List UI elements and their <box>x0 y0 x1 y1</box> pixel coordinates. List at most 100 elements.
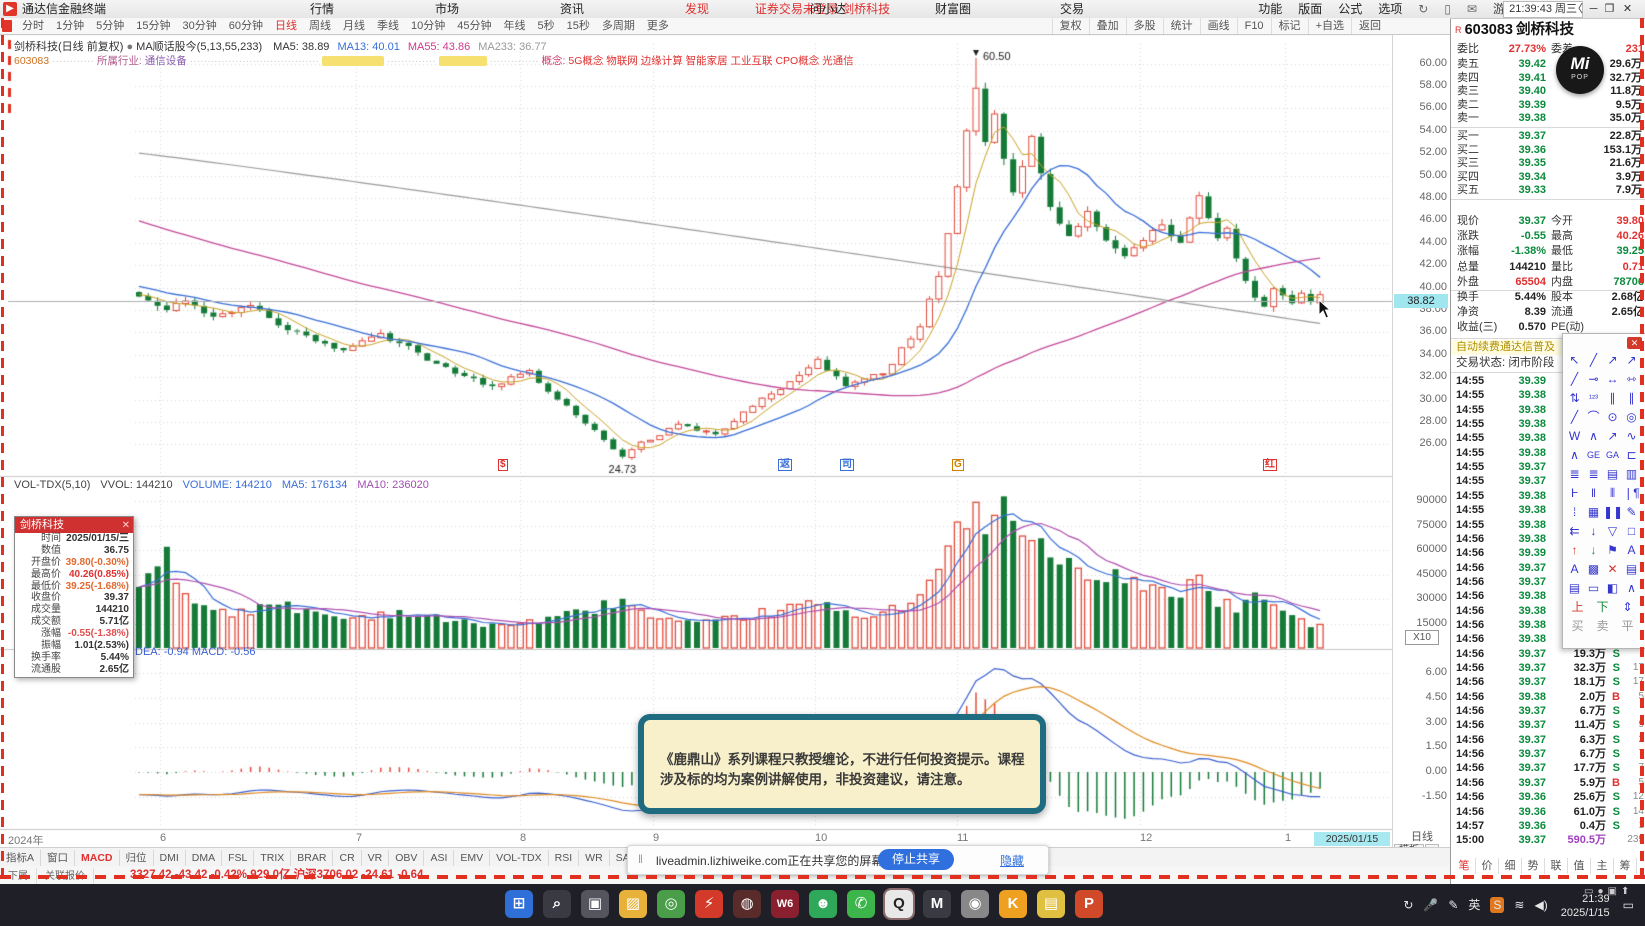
mini-icon-0[interactable]: ▭ <box>1584 886 1593 897</box>
drawing-tool-icon[interactable]: ▭ <box>1584 579 1603 598</box>
mini-icon-1[interactable]: ● <box>1597 886 1603 897</box>
drawing-tool-icon[interactable]: GE <box>1584 446 1603 465</box>
notes-icon[interactable]: ▤ <box>1037 890 1065 918</box>
indicator-tab-WR[interactable]: WR <box>579 850 610 867</box>
drawing-tool-icon[interactable]: ↓ <box>1584 541 1603 560</box>
drawing-tool-icon[interactable]: ↗ <box>1603 427 1622 446</box>
period-周线[interactable]: 周线 <box>303 18 337 34</box>
event-marker-icon[interactable]: 返 <box>778 459 792 471</box>
tool-统计[interactable]: 统计 <box>1162 18 1200 34</box>
minimize-button[interactable]: ─ <box>1586 0 1601 18</box>
drawing-tool-icon[interactable]: GA <box>1603 446 1622 465</box>
drawing-tool-icon[interactable]: ∧ <box>1565 446 1584 465</box>
period-多周期[interactable]: 多周期 <box>596 18 641 34</box>
drawing-tool-icon[interactable]: ⇿ <box>1622 370 1641 389</box>
drawing-tool-icon[interactable]: A <box>1622 541 1641 560</box>
ask-row[interactable]: 卖五 39.42 29.6万 <box>1451 58 1645 72</box>
panel-tab-势[interactable]: 势 <box>1522 858 1545 874</box>
period-indicator[interactable]: 日线 <box>1393 828 1451 844</box>
drawing-tool-icon[interactable]: ↗ <box>1603 351 1622 370</box>
ask-row[interactable]: 卖四 39.41 32.7万 <box>1451 72 1645 86</box>
app-dark-icon[interactable]: ◍ <box>733 890 761 918</box>
drawing-tool-icon[interactable]: ≣ <box>1565 465 1584 484</box>
bid-row[interactable]: 买四 39.34 3.9万 <box>1451 171 1645 185</box>
menu-item-行情[interactable]: 行情 <box>300 1 344 17</box>
menu-item-版面[interactable]: 版面 <box>1298 2 1322 16</box>
menubar-icon-1[interactable]: ▯ <box>1444 2 1451 16</box>
indicator-tab-CR[interactable]: CR <box>333 850 362 867</box>
ppt-icon[interactable]: P <box>1075 890 1103 918</box>
period-15分钟[interactable]: 15分钟 <box>130 18 176 34</box>
drawing-tool-icon[interactable]: ∿ <box>1622 427 1641 446</box>
period-15秒[interactable]: 15秒 <box>561 18 596 34</box>
indicator-tab-VR[interactable]: VR <box>362 850 390 867</box>
tray-icon2-1[interactable]: ◀) <box>1534 887 1547 923</box>
drawing-tool-icon[interactable]: ▤ <box>1603 465 1622 484</box>
close-button[interactable]: ✕ <box>1620 0 1635 18</box>
menu-item-公式[interactable]: 公式 <box>1338 2 1362 16</box>
tool-复权[interactable]: 复权 <box>1051 18 1089 34</box>
period-日线[interactable]: 日线 <box>269 18 303 34</box>
period-季线[interactable]: 季线 <box>371 18 405 34</box>
menu-item-发现[interactable]: 发现 <box>675 1 719 17</box>
mini-icon-2[interactable]: ▣ <box>1608 886 1617 897</box>
indicator-tab-RSI[interactable]: RSI <box>549 850 580 867</box>
ask-row[interactable]: 卖三 39.40 11.8万 <box>1451 85 1645 99</box>
indicator-tab-EMV[interactable]: EMV <box>454 850 491 867</box>
indicator-tab-窗口[interactable]: 窗口 <box>41 850 76 867</box>
stop-share-button[interactable]: 停止共享 <box>878 849 955 870</box>
indicator-tab-指标A[interactable]: 指标A <box>0 850 42 867</box>
bid-row[interactable]: 买三 39.35 21.6万 <box>1451 157 1645 171</box>
indicator-tab-DMA[interactable]: DMA <box>186 850 223 867</box>
drawing-tool-icon[interactable]: ¹²³ <box>1584 389 1603 408</box>
tool-多股[interactable]: 多股 <box>1125 18 1163 34</box>
menubar-icon-2[interactable]: ✉ <box>1467 2 1477 16</box>
restore-button[interactable]: ❐ <box>1602 0 1617 18</box>
event-marker-icon[interactable]: $ <box>498 459 508 471</box>
period-更多[interactable]: 更多 <box>641 18 675 34</box>
drawing-tool-icon[interactable]: ✕ <box>1603 560 1622 579</box>
drawing-tool-icon[interactable]: ↓ <box>1584 522 1603 541</box>
drawing-tool-icon[interactable]: ↖ <box>1565 351 1584 370</box>
period-分时[interactable]: 分时 <box>16 18 50 34</box>
drawing-tool-icon[interactable]: ⊙ <box>1603 408 1622 427</box>
drawing-tool-icon[interactable]: ▤ <box>1622 560 1641 579</box>
menu-item-交易[interactable]: 交易 <box>1050 1 1094 17</box>
panel-tab-主[interactable]: 主 <box>1591 858 1614 874</box>
ask-row[interactable]: 卖二 39.39 9.5万 <box>1451 99 1645 113</box>
indicator-tab-VOL-TDX[interactable]: VOL-TDX <box>490 850 549 867</box>
tool-画线[interactable]: 画线 <box>1199 18 1237 34</box>
period-45分钟[interactable]: 45分钟 <box>451 18 497 34</box>
event-marker-icon[interactable]: G <box>952 459 964 471</box>
drawing-tool-icon[interactable]: ✎ <box>1622 503 1641 522</box>
drawing-tool-icon[interactable]: ▥ <box>1622 465 1641 484</box>
indicator-tab-DMI[interactable]: DMI <box>154 850 186 867</box>
drawing-tool-icon[interactable]: ⁞ <box>1565 503 1584 522</box>
period-1分钟[interactable]: 1分钟 <box>50 18 90 34</box>
drawing-tool-icon[interactable]: ◧ <box>1603 579 1622 598</box>
tray-badge[interactable]: S <box>1490 897 1505 913</box>
bid-row[interactable]: 买一 39.37 22.8万 <box>1451 130 1645 144</box>
drawing-tool-icon[interactable]: ⇇ <box>1565 522 1584 541</box>
wt6-icon[interactable]: W6 <box>771 890 799 918</box>
ask-row[interactable]: 卖一 39.38 35.0万 <box>1451 112 1645 126</box>
start-icon[interactable]: ⊞ <box>505 890 533 918</box>
drawing-tool-icon[interactable]: ↑ <box>1565 541 1584 560</box>
tool-+自选[interactable]: +自选 <box>1307 18 1351 34</box>
tray-icon2-0[interactable]: ≋ <box>1514 887 1524 923</box>
panel-tab-细[interactable]: 细 <box>1499 858 1522 874</box>
drawing-tool-icon[interactable]: ‖ <box>1584 484 1603 503</box>
menu-item-问小达[interactable]: 问小达 <box>800 1 856 17</box>
drawing-tool-icon[interactable]: ╱ <box>1584 351 1603 370</box>
period-年线[interactable]: 年线 <box>498 18 532 34</box>
tool-F10[interactable]: F10 <box>1236 18 1271 34</box>
camera-icon[interactable]: ◉ <box>961 890 989 918</box>
menu-item-选项[interactable]: 选项 <box>1378 2 1402 16</box>
bid-row[interactable]: 买二 39.36 153.1万 <box>1451 144 1645 158</box>
period-月线[interactable]: 月线 <box>337 18 371 34</box>
drawing-tool-icon[interactable]: ⌒ <box>1584 408 1603 427</box>
popup-header[interactable]: 剑桥科技 ✕ <box>15 517 133 533</box>
tool-叠加[interactable]: 叠加 <box>1088 18 1126 34</box>
indicator-tab-TRIX[interactable]: TRIX <box>254 850 292 867</box>
period-5分钟[interactable]: 5分钟 <box>90 18 130 34</box>
